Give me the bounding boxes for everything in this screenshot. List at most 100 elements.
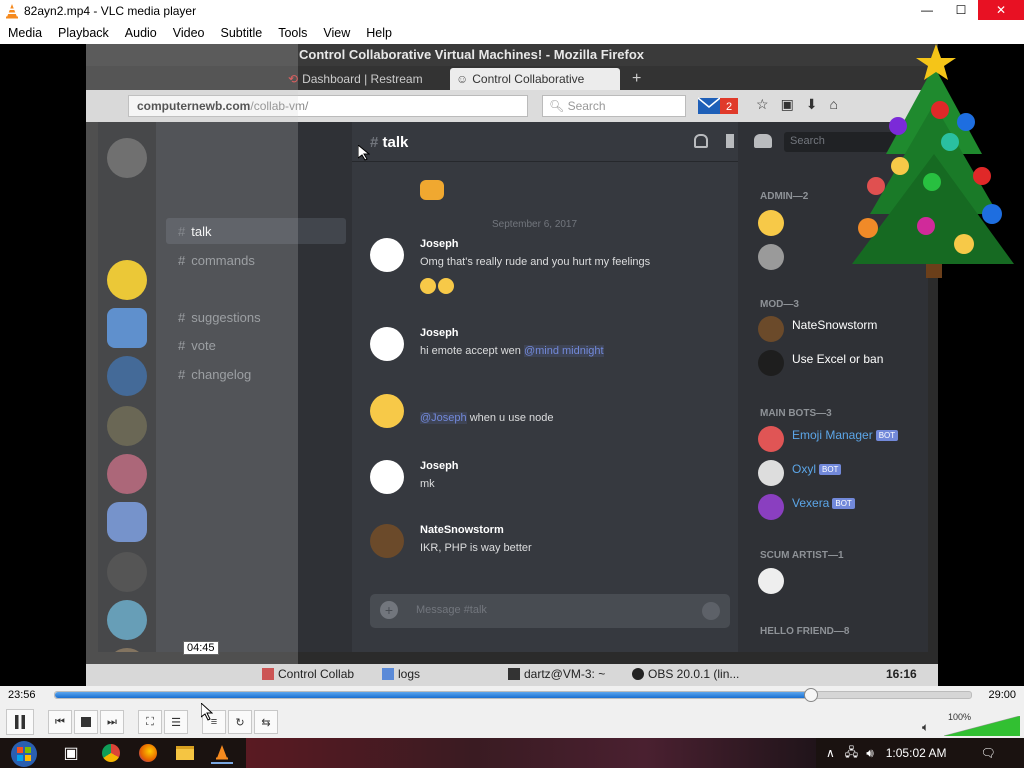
vlc-window: 82ayn2.mp4 - VLC media player — ☐ ✕ Medi… (0, 0, 1024, 768)
taskbar-clock[interactable]: 1:05:02 AM (886, 746, 947, 760)
user-mention[interactable]: @mind midnight (523, 345, 604, 357)
vm-taskbar-item[interactable]: logs (382, 667, 420, 681)
message-composer[interactable]: + Message #talk (370, 594, 730, 628)
clipboard-icon[interactable]: ▣ (781, 96, 794, 113)
pause-button[interactable] (6, 709, 34, 735)
chrome-icon[interactable] (100, 742, 122, 764)
file-explorer-icon[interactable] (174, 742, 196, 764)
seek-row: 23:56 29:00 (0, 686, 1024, 706)
avatar[interactable] (370, 524, 404, 558)
mouse-cursor-icon (201, 703, 213, 721)
member-item[interactable]: Oxyl BOT (758, 460, 928, 490)
member-group-title: HELLO FRIEND—8 (760, 626, 850, 637)
member-item[interactable]: NateSnowstorm (758, 316, 928, 346)
windows-taskbar: ▣ ∧ 🖧︎ 🔊︎ 1:05:02 AM 🗨︎ (0, 738, 1024, 768)
start-button[interactable] (6, 739, 42, 767)
avatar (758, 460, 784, 486)
members-icon[interactable] (754, 134, 772, 148)
volume-level (944, 716, 1020, 736)
system-tray: ∧ 🖧︎ 🔊︎ 1:05:02 AM 🗨︎ (826, 738, 996, 768)
shuffle-button[interactable]: ⇆ (254, 710, 278, 734)
upload-icon[interactable]: + (380, 601, 398, 619)
avatar (758, 568, 784, 594)
bell-icon[interactable] (694, 134, 708, 148)
loop-button[interactable]: ↻ (228, 710, 252, 734)
vm-taskbar-item[interactable]: Control Collab (262, 667, 354, 681)
current-time: 23:56 (8, 689, 36, 701)
menu-help[interactable]: Help (358, 26, 400, 40)
menu-playback[interactable]: Playback (50, 26, 117, 40)
firefox-search-input[interactable]: 🔍︎ Search (542, 95, 686, 117)
avatar[interactable] (370, 394, 404, 428)
fullscreen-icon: ⛶ (146, 715, 154, 728)
fullscreen-button[interactable]: ⛶ (138, 710, 162, 734)
seek-time-tooltip: 04:45 (183, 641, 219, 655)
video-area[interactable]: Control Collaborative Virtual Machines! … (0, 44, 1024, 686)
firefox-title: Control Collaborative Virtual Machines! … (299, 47, 645, 62)
firefox-icon[interactable] (137, 742, 159, 764)
home-icon[interactable]: ⌂ (830, 96, 838, 113)
message-text: Omg that's really rude and you hurt my f… (420, 256, 651, 268)
new-tab-button[interactable]: + (626, 68, 646, 90)
total-time: 29:00 (988, 689, 1016, 701)
volume-slider[interactable]: 🔈︎ 100% (922, 712, 1022, 736)
action-center-icon[interactable]: 🗨︎ (980, 746, 995, 760)
obs-icon (632, 668, 644, 680)
extended-settings-button[interactable]: ☰ (164, 710, 188, 734)
avatar[interactable] (370, 460, 404, 494)
close-button[interactable]: ✕ (978, 0, 1024, 20)
avatar (758, 316, 784, 342)
member-group-title: MAIN BOTS—3 (760, 408, 832, 419)
member-item[interactable]: Vexera BOT (758, 494, 928, 524)
volume-icon[interactable]: 🔊︎ (866, 746, 874, 761)
pin-icon[interactable] (726, 134, 734, 148)
avatar (758, 350, 784, 376)
bot-badge: BOT (875, 430, 899, 442)
seek-bar[interactable] (54, 688, 972, 702)
message-author[interactable]: Joseph (420, 460, 459, 472)
member-item[interactable]: Emoji Manager BOT (758, 426, 928, 456)
member-item[interactable] (758, 568, 928, 598)
minimize-button[interactable]: — (910, 0, 944, 20)
speaker-icon[interactable]: 🔈︎ (922, 720, 929, 735)
mail-icon[interactable]: 2 (698, 97, 738, 115)
menu-media[interactable]: Media (0, 26, 50, 40)
tray-overflow-icon[interactable]: ∧ (826, 746, 835, 760)
vm-taskbar-item[interactable]: OBS 20.0.1 (lin... (632, 667, 739, 681)
pause-icon (15, 715, 25, 729)
previous-button[interactable]: ⏮︎ (48, 710, 72, 734)
menu-view[interactable]: View (315, 26, 358, 40)
user-mention[interactable]: @Joseph (420, 412, 467, 424)
member-item[interactable]: Use Excel or ban (758, 350, 928, 380)
title-bar: 82ayn2.mp4 - VLC media player — ☐ ✕ (0, 0, 1024, 22)
menu-tools[interactable]: Tools (270, 26, 315, 40)
vm-taskbar-item[interactable]: dartz@VM-3: ~ (508, 667, 605, 681)
avatar[interactable] (370, 327, 404, 361)
task-view-icon[interactable]: ▣ (60, 742, 82, 764)
stop-button[interactable] (74, 710, 98, 734)
message-text: hi emote accept wen @mind midnight (420, 345, 604, 357)
tab-restream[interactable]: ⟲ Dashboard | Restream (282, 68, 442, 90)
download-icon[interactable]: ⬇ (806, 96, 818, 113)
vlc-cone-icon (6, 4, 18, 19)
chat-panel: # talk September 6, 2017 Joseph Omg that… (352, 122, 738, 652)
skip-forward-icon: ⏭︎ (107, 715, 117, 728)
maximize-button[interactable]: ☐ (944, 0, 978, 20)
message-author[interactable]: NateSnowstorm (420, 524, 504, 536)
avatar[interactable] (370, 238, 404, 272)
message-author[interactable]: Joseph (420, 238, 459, 250)
emoji-sticker (420, 180, 444, 200)
seek-handle[interactable] (804, 688, 819, 702)
search-icon: 🔍︎ (549, 99, 565, 113)
avatar (758, 494, 784, 520)
bookmark-star-icon[interactable]: ☆ (756, 96, 769, 113)
emoji-picker-icon[interactable] (702, 602, 720, 620)
next-button[interactable]: ⏭︎ (100, 710, 124, 734)
message-author[interactable]: Joseph (420, 327, 459, 339)
menu-subtitle[interactable]: Subtitle (213, 26, 271, 40)
vlc-taskbar-icon[interactable] (211, 742, 233, 764)
menu-video[interactable]: Video (165, 26, 213, 40)
menu-audio[interactable]: Audio (117, 26, 165, 40)
network-icon[interactable]: 🖧︎ (845, 743, 858, 764)
tab-collab[interactable]: ☺ Control Collaborative (450, 68, 620, 90)
